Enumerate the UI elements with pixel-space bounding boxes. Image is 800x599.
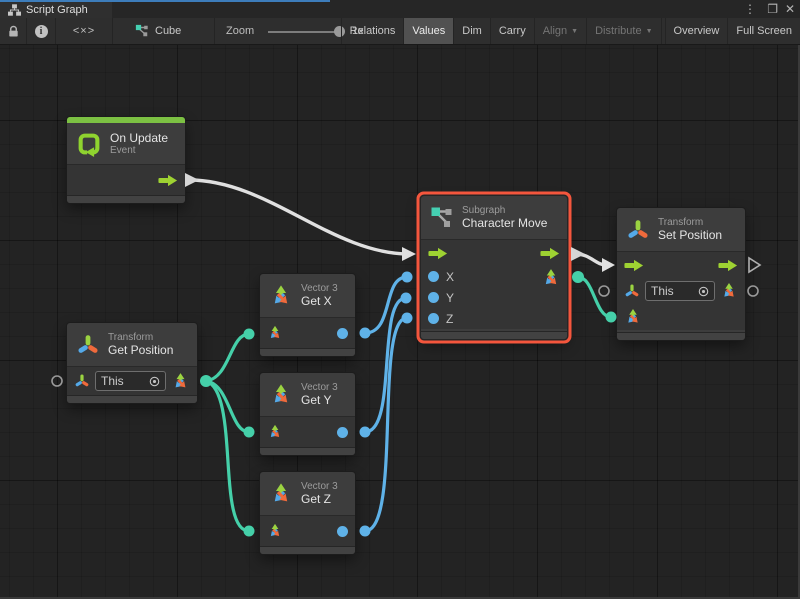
input-port-x[interactable] [428, 271, 439, 282]
close-button[interactable]: ✕ [785, 0, 795, 18]
lock-button[interactable] [0, 18, 27, 44]
node-type-label: Transform [658, 217, 722, 228]
node-on-update[interactable]: On Update Event [67, 117, 185, 203]
node-get-x[interactable]: Vector 3 Get X [260, 274, 355, 356]
node-type-label: Event [110, 145, 168, 156]
node-title: Get X [301, 294, 338, 308]
distribute-dropdown[interactable]: Distribute▼ [586, 18, 660, 44]
vector3-input-port[interactable] [267, 424, 283, 440]
vector3-input-port[interactable] [624, 308, 642, 326]
node-title: Get Y [301, 393, 338, 407]
input-port-y[interactable] [428, 292, 439, 303]
node-get-y[interactable]: Vector 3 Get Y [260, 373, 355, 455]
vector3-input-port[interactable] [267, 325, 283, 341]
code-icon: <×> [73, 25, 95, 37]
dim-button[interactable]: Dim [453, 18, 490, 44]
node-footer [260, 546, 355, 554]
node-title: Character Move [462, 216, 547, 230]
subgraph-icon [430, 206, 454, 230]
chevron-down-icon: ▼ [571, 28, 578, 35]
flow-input-port[interactable] [428, 247, 448, 260]
zoom-slider[interactable] [268, 31, 340, 33]
graph-hierarchy-icon [8, 4, 21, 16]
zoom-label: Zoom [226, 25, 254, 37]
tab-bar: Script Graph ⋮ ❐ ✕ [0, 0, 800, 18]
script-graph-icon [135, 24, 149, 38]
this-object-field[interactable]: This [95, 371, 166, 391]
node-title: Set Position [658, 228, 722, 242]
node-footer [67, 395, 197, 403]
transform-icon [76, 333, 100, 357]
node-footer [421, 331, 567, 339]
graph-breadcrumb[interactable]: Cube [113, 18, 215, 44]
code-view-button[interactable]: <×> [56, 18, 113, 44]
info-button[interactable]: i [27, 18, 56, 44]
node-footer [260, 447, 355, 455]
object-picker-icon[interactable] [698, 286, 709, 297]
tab-title: Script Graph [26, 4, 88, 16]
carry-button[interactable]: Carry [490, 18, 534, 44]
flow-input-port[interactable] [624, 259, 644, 272]
info-icon: i [35, 25, 48, 38]
transform-input-port[interactable] [74, 373, 90, 389]
tab-script-graph[interactable]: Script Graph [0, 2, 112, 18]
align-dropdown[interactable]: Align▼ [534, 18, 586, 44]
vector3-icon [269, 482, 293, 506]
port-label-x: X [446, 270, 454, 284]
node-title: On Update [110, 131, 168, 145]
node-type-label: Vector 3 [301, 283, 338, 294]
values-button[interactable]: Values [403, 18, 453, 44]
vector3-output-port[interactable] [171, 372, 190, 391]
overview-button[interactable]: Overview [665, 18, 728, 44]
lock-icon [7, 25, 20, 38]
flow-output-port[interactable] [540, 247, 560, 260]
node-type-label: Subgraph [462, 205, 547, 216]
float-output-port[interactable] [337, 427, 348, 438]
port-label-y: Y [446, 291, 454, 305]
node-title: Get Position [108, 343, 173, 357]
flow-output-port[interactable] [158, 174, 178, 187]
node-title: Get Z [301, 492, 338, 506]
vector3-icon [269, 284, 293, 308]
transform-icon [626, 218, 650, 242]
node-type-label: Transform [108, 332, 173, 343]
flow-output-port[interactable] [718, 259, 738, 272]
maximize-button[interactable]: ❐ [767, 0, 778, 18]
port-label-z: Z [446, 312, 453, 326]
node-type-label: Vector 3 [301, 481, 338, 492]
node-get-z[interactable]: Vector 3 Get Z [260, 472, 355, 554]
transform-input-port[interactable] [624, 283, 640, 299]
node-footer [260, 348, 355, 356]
node-footer [617, 332, 745, 340]
toolbar-right-group: Relations Values Dim Carry Align▼ Distri… [341, 18, 800, 44]
node-set-position[interactable]: Transform Set Position This [617, 208, 745, 340]
float-output-port[interactable] [337, 526, 348, 537]
graph-name: Cube [155, 25, 181, 37]
menu-button[interactable]: ⋮ [744, 0, 756, 18]
vector3-output-port[interactable] [541, 268, 561, 288]
float-output-port[interactable] [337, 328, 348, 339]
node-character-move[interactable]: Subgraph Character Move X Y Z [421, 196, 567, 339]
relations-button[interactable]: Relations [341, 18, 404, 44]
fullscreen-button[interactable]: Full Screen [727, 18, 800, 44]
vector3-input-port[interactable] [267, 523, 283, 539]
vector3-output-port[interactable] [720, 282, 738, 300]
node-type-label: Vector 3 [301, 382, 338, 393]
this-object-field[interactable]: This [645, 281, 715, 301]
loop-icon [76, 131, 102, 157]
node-footer [67, 195, 185, 203]
chevron-down-icon: ▼ [646, 28, 653, 35]
object-picker-icon[interactable] [149, 376, 160, 387]
vector3-icon [269, 383, 293, 407]
node-get-position[interactable]: Transform Get Position This [67, 323, 197, 403]
input-port-z[interactable] [428, 313, 439, 324]
